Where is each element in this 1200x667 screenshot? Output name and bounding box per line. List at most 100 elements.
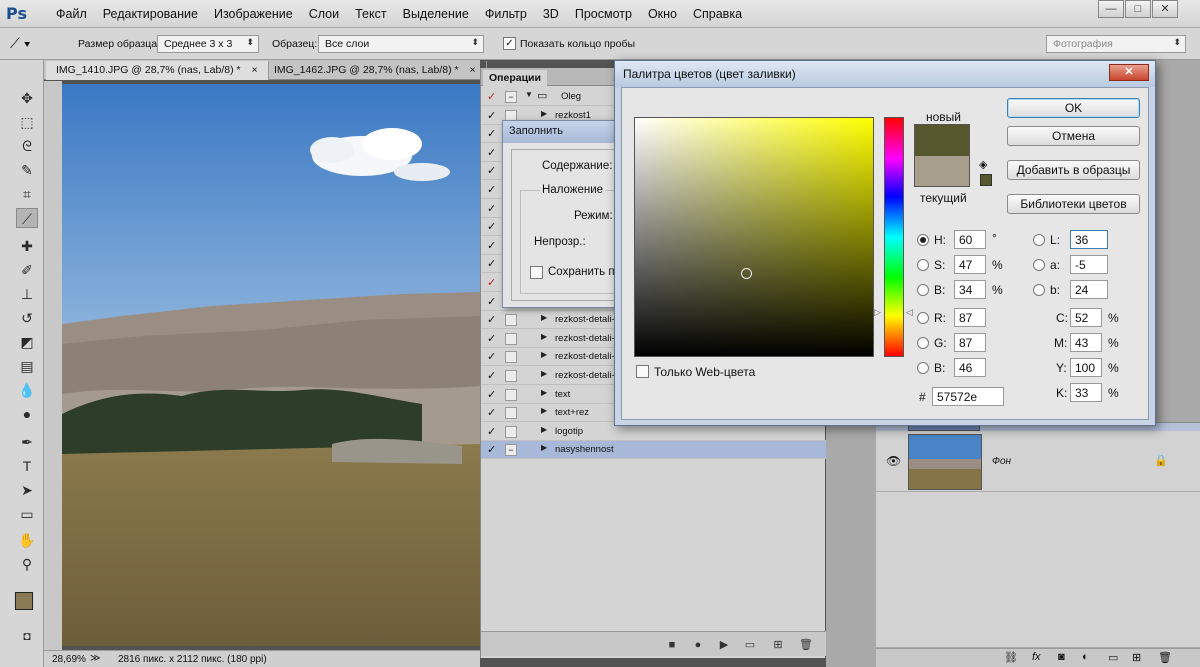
add-to-swatches-button[interactable]: Добавить в образцы — [1007, 160, 1140, 180]
hand-tool-icon[interactable]: ✋ — [16, 530, 38, 550]
toggle-check-icon[interactable]: ✓ — [487, 350, 499, 363]
foreground-color-swatch[interactable] — [15, 592, 33, 610]
quick-mask-icon[interactable]: ◘ — [16, 626, 38, 646]
b-channel-radio[interactable] — [1033, 284, 1045, 296]
toggle-check-icon[interactable]: ✓ — [487, 164, 499, 177]
dialog-toggle-box[interactable] — [505, 407, 517, 420]
hue-input[interactable]: 60 — [954, 230, 986, 249]
expand-right-icon[interactable]: ▶ — [541, 369, 547, 378]
expand-right-icon[interactable]: ▶ — [541, 443, 547, 452]
mask-icon[interactable]: ◙ — [1058, 651, 1065, 663]
dialog-toggle-box[interactable] — [505, 351, 517, 364]
brush-tool-icon[interactable]: ✐ — [16, 260, 38, 280]
toggle-check-icon[interactable]: ✓ — [487, 146, 499, 159]
new-layer-icon[interactable]: ⊞ — [1132, 651, 1141, 664]
link-icon[interactable]: ⛓ — [1004, 651, 1018, 664]
document-canvas[interactable] — [62, 84, 480, 646]
toggle-check-icon[interactable]: ✓ — [487, 313, 499, 326]
toggle-check-icon[interactable]: ✓ — [487, 202, 499, 215]
rectangle-tool-icon[interactable]: ▭ — [16, 504, 38, 524]
brightness-input[interactable]: 34 — [954, 280, 986, 299]
minimize-button[interactable]: — — [1098, 0, 1124, 18]
a-channel-radio[interactable] — [1033, 259, 1045, 271]
menu-edit[interactable]: Редактирование — [103, 7, 198, 21]
trash-icon[interactable]: 🗑 — [1158, 651, 1172, 664]
cyan-input[interactable]: 52 — [1070, 308, 1102, 327]
menu-filter[interactable]: Фильтр — [485, 7, 527, 21]
black-input[interactable]: 33 — [1070, 383, 1102, 402]
zoom-level[interactable]: 28,69% — [52, 654, 86, 665]
eraser-tool-icon[interactable]: ◩ — [16, 332, 38, 352]
blur-tool-icon[interactable]: 💧 — [16, 380, 38, 400]
fx-icon[interactable]: fx — [1032, 651, 1041, 663]
menu-select[interactable]: Выделение — [403, 7, 469, 21]
zoom-tool-icon[interactable]: ⚲ — [16, 554, 38, 574]
color-field-cursor[interactable] — [741, 268, 752, 279]
dialog-toggle-box[interactable] — [505, 314, 517, 327]
web-safe-swatch-icon[interactable] — [980, 174, 992, 186]
toggle-check-icon[interactable]: ✓ — [487, 406, 499, 419]
sample-select[interactable]: Все слои ⬍ — [318, 35, 484, 53]
menu-help[interactable]: Справка — [693, 7, 742, 21]
toggle-check-icon[interactable]: ✓ — [487, 257, 499, 270]
quick-select-tool-icon[interactable]: ✎ — [16, 160, 38, 180]
lightness-input[interactable]: 36 — [1070, 230, 1108, 249]
red-radio[interactable] — [917, 312, 929, 324]
menu-3d[interactable]: 3D — [543, 7, 559, 21]
hex-input[interactable]: 57572e — [932, 387, 1004, 406]
magenta-input[interactable]: 43 — [1070, 333, 1102, 352]
move-tool-icon[interactable]: ✥ — [16, 88, 38, 108]
green-radio[interactable] — [917, 337, 929, 349]
expand-right-icon[interactable]: ▶ — [541, 350, 547, 359]
expand-right-icon[interactable]: ▶ — [541, 109, 547, 118]
lightness-radio[interactable] — [1033, 234, 1045, 246]
folder-icon[interactable]: ▭ — [1108, 651, 1118, 664]
tab-close-icon[interactable]: × — [252, 64, 258, 76]
menu-image[interactable]: Изображение — [214, 7, 293, 21]
hue-slider[interactable] — [884, 117, 904, 357]
brightness-radio[interactable] — [917, 284, 929, 296]
new-set-icon[interactable]: ▭ — [743, 638, 757, 652]
history-brush-tool-icon[interactable]: ↺ — [16, 308, 38, 328]
toggle-check-icon[interactable]: ✓ — [487, 443, 499, 456]
expand-right-icon[interactable]: ▶ — [541, 406, 547, 415]
pen-tool-icon[interactable]: ✒ — [16, 432, 38, 452]
menu-layers[interactable]: Слои — [309, 7, 339, 21]
toggle-check-icon[interactable]: ✓ — [487, 369, 499, 382]
cancel-button[interactable]: Отмена — [1007, 126, 1140, 146]
dialog-toggle-box[interactable] — [505, 388, 517, 401]
action-row[interactable]: ✓ − ▶ nasyshennost — [481, 441, 826, 460]
expand-right-icon[interactable]: ▶ — [541, 332, 547, 341]
eye-icon[interactable]: 👁 — [886, 454, 901, 468]
toggle-check-icon[interactable]: ✓ — [487, 127, 499, 140]
restore-button[interactable]: □ — [1125, 0, 1151, 18]
close-app-button[interactable]: ✕ — [1152, 0, 1178, 18]
clone-stamp-tool-icon[interactable]: ⊥ — [16, 284, 38, 304]
gradient-tool-icon[interactable]: ▤ — [16, 356, 38, 376]
saturation-radio[interactable] — [917, 259, 929, 271]
dialog-toggle-box[interactable] — [505, 370, 517, 382]
tab-actions[interactable]: Операции — [483, 70, 547, 86]
toggle-check-icon[interactable]: ✓ — [487, 388, 499, 401]
hue-radio[interactable] — [917, 234, 929, 246]
marquee-tool-icon[interactable]: ⬚ — [16, 112, 38, 132]
toggle-check-icon[interactable]: ✓ — [487, 276, 499, 289]
toggle-check-icon[interactable]: ✓ — [487, 425, 499, 438]
toggle-check-icon[interactable]: ✓ — [487, 295, 499, 308]
menu-view[interactable]: Просмотр — [575, 7, 632, 21]
close-icon[interactable]: ✕ — [1109, 64, 1149, 81]
out-of-gamut-cube-icon[interactable]: ◈ — [979, 158, 987, 171]
toggle-check-icon[interactable]: ✓ — [487, 239, 499, 252]
expand-right-icon[interactable]: ▶ — [541, 313, 547, 322]
layer-row-background[interactable]: 👁 Фон 🔒 — [876, 432, 1200, 492]
healing-brush-tool-icon[interactable]: ✚ — [16, 236, 38, 256]
tab-img-1462[interactable]: IMG_1462.JPG @ 28,7% (nas, Lab/8) * × — [264, 61, 487, 80]
toggle-check-icon[interactable]: ✓ — [487, 332, 499, 345]
expand-right-icon[interactable]: ▶ — [541, 425, 547, 434]
lasso-tool-icon[interactable]: ᘓ — [16, 136, 38, 156]
hue-slider-right-arrow-icon[interactable]: ◁ — [906, 307, 913, 318]
type-tool-icon[interactable]: T — [16, 456, 38, 476]
adjustment-icon[interactable]: ◐ — [1082, 651, 1089, 663]
yellow-input[interactable]: 100 — [1070, 358, 1102, 377]
ok-button[interactable]: OK — [1007, 98, 1140, 118]
